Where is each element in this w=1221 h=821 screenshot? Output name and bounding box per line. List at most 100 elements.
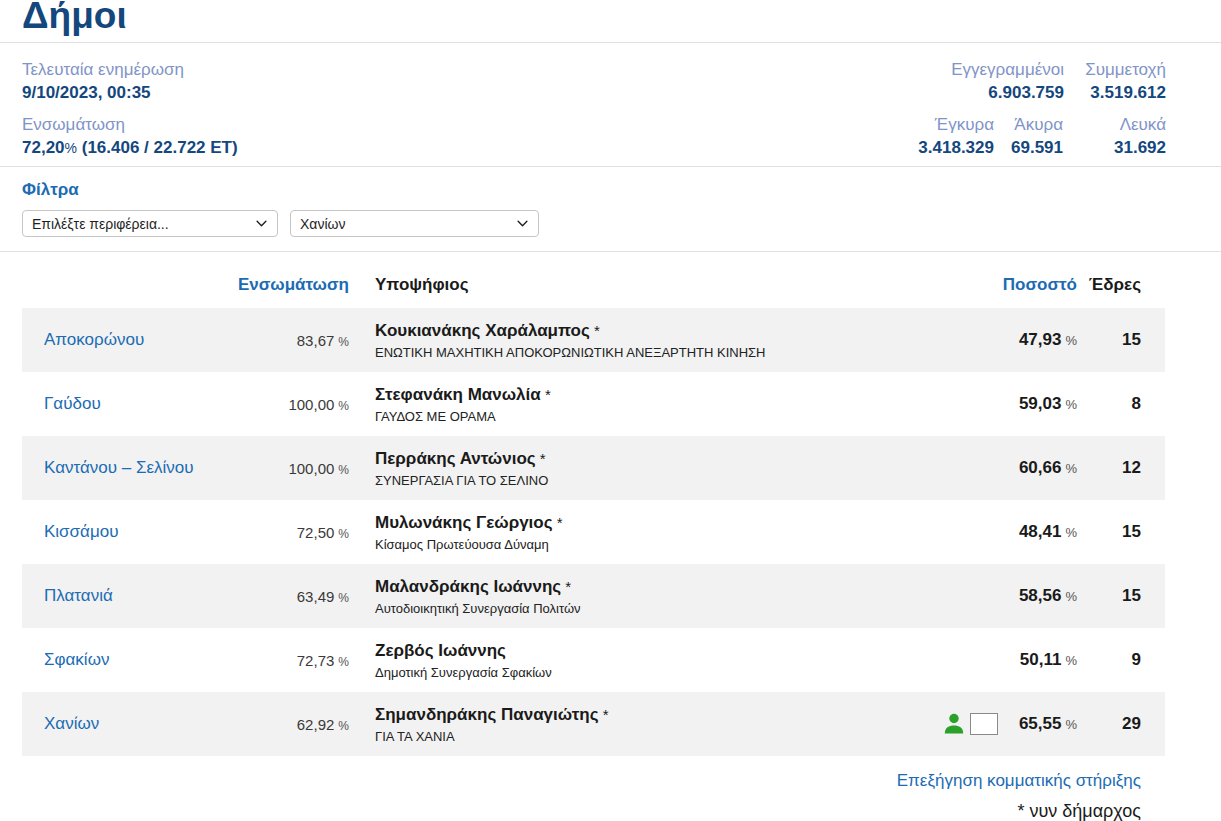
- table-row: Χανίων 62,92% Σημανδηράκης Παναγιώτης * …: [22, 692, 1165, 756]
- percent-value: 50,11%: [998, 650, 1077, 670]
- seats-value: 15: [1077, 586, 1165, 606]
- candidate-cell: Περράκης Αντώνιος * ΣΥΝΕΡΓΑΣΙΑ ΓΙΑ ΤΟ ΣΕ…: [349, 448, 908, 489]
- page-title: Δήμοι: [22, 0, 1221, 36]
- percent-sign: %: [1065, 397, 1077, 412]
- table-row: Πλατανιά 63,49% Μαλανδράκης Ιωάννης * Αυ…: [22, 564, 1165, 628]
- candidate-cell: Στεφανάκη Μανωλία * ΓΑΥΔΟΣ ΜΕ ΟΡΑΜΑ: [349, 384, 908, 425]
- table-row: Κισσάμου 72,50% Μυλωνάκης Γεώργιος * Κίσ…: [22, 500, 1165, 564]
- incumbent-star: *: [599, 706, 609, 723]
- municipality-link[interactable]: Πλατανιά: [22, 586, 232, 606]
- municipality-link[interactable]: Σφακίων: [22, 650, 232, 670]
- percent-sign: %: [338, 591, 349, 605]
- seats-value: 15: [1077, 522, 1165, 542]
- seats-value: 29: [1077, 714, 1165, 734]
- stat-turnout-value: 3.519.612: [1064, 82, 1166, 103]
- candidate-name: Στεφανάκη Μανωλία *: [375, 384, 908, 406]
- legend-link[interactable]: Επεξήγηση κομματικής στήριξης: [897, 771, 1141, 790]
- region-select-value: Επιλέξτε περιφέρεια...: [32, 216, 169, 232]
- percent-sign: %: [1065, 653, 1077, 668]
- stat-integration-value: 72,20% (16.406 / 22.722 ΕΤ): [22, 137, 238, 159]
- party-name: Αυτοδιοικητική Συνεργασία Πολιτών: [375, 601, 908, 617]
- chevron-down-icon: [256, 220, 267, 227]
- candidate-cell: Κουκιανάκης Χαράλαμπος * ΕΝΩΤΙΚΗ ΜΑΧΗΤΙΚ…: [349, 320, 908, 361]
- footer: Επεξήγηση κομματικής στήριξης * νυν δήμα…: [0, 756, 1221, 821]
- stat-turnout: Συμμετοχή 3.519.612: [1064, 59, 1166, 103]
- party-support-icons: [908, 712, 998, 736]
- percent-sign: %: [1065, 717, 1077, 732]
- stat-integration-label: Ενσωμάτωση: [22, 114, 238, 135]
- stat-invalid-label: Άκυρα: [994, 114, 1063, 135]
- percent-value: 65,55%: [998, 714, 1077, 734]
- percent-sign: %: [1065, 461, 1077, 476]
- seats-value: 15: [1077, 330, 1165, 350]
- stat-invalid: Άκυρα 69.591: [994, 114, 1063, 158]
- party-name: ΓΙΑ ΤΑ ΧΑΝΙΑ: [375, 729, 908, 745]
- integration-value: 83,67%: [232, 332, 349, 349]
- candidate-cell: Ζερβός Ιωάννης Δημοτική Συνεργασία Σφακί…: [349, 640, 908, 681]
- stat-valid-label: Έγκυρα: [918, 114, 994, 135]
- percent-sign: %: [338, 527, 349, 541]
- stat-last-update: Τελευταία ενημέρωση 9/10/2023, 00:35: [22, 59, 238, 103]
- percent-value: 58,56%: [998, 586, 1077, 606]
- percent-sign: %: [338, 719, 349, 733]
- party-name: ΕΝΩΤΙΚΗ ΜΑΧΗΤΙΚΗ ΑΠΟΚΟΡΩΝΙΩΤΙΚΗ ΑΝΕΞΑΡΤΗ…: [375, 345, 908, 361]
- candidate-cell: Μυλωνάκης Γεώργιος * Κίσαμος Πρωτεύουσα …: [349, 512, 908, 553]
- integration-value: 62,92%: [232, 716, 349, 733]
- municipality-link[interactable]: Κισσάμου: [22, 522, 232, 542]
- candidate-name: Κουκιανάκης Χαράλαμπος *: [375, 320, 908, 342]
- party-name: ΣΥΝΕΡΓΑΣΙΑ ΓΙΑ ΤΟ ΣΕΛΙΝΟ: [375, 473, 908, 489]
- party-support-person-icon: [942, 712, 966, 736]
- table-row: Αποκορώνου 83,67% Κουκιανάκης Χαράλαμπος…: [22, 308, 1165, 372]
- stat-last-update-value: 9/10/2023, 00:35: [22, 82, 238, 103]
- percent-sign: %: [65, 140, 77, 156]
- stat-blank-label: Λευκά: [1063, 114, 1166, 135]
- results-table-body: Αποκορώνου 83,67% Κουκιανάκης Χαράλαμπος…: [22, 308, 1165, 756]
- percent-value: 60,66%: [998, 458, 1077, 478]
- seats-value: 12: [1077, 458, 1165, 478]
- page-header: Δήμοι: [0, 0, 1221, 43]
- integration-value: 72,73%: [232, 652, 349, 669]
- party-color-swatch: [970, 713, 998, 735]
- candidate-cell: Μαλανδράκης Ιωάννης * Αυτοδιοικητική Συν…: [349, 576, 908, 617]
- stat-last-update-label: Τελευταία ενημέρωση: [22, 59, 238, 80]
- stat-blank: Λευκά 31.692: [1063, 114, 1166, 158]
- stat-invalid-value: 69.591: [994, 137, 1063, 158]
- municipal-unit-select[interactable]: Χανίων: [290, 210, 539, 237]
- integration-value: 100,00%: [232, 396, 349, 413]
- candidate-name: Περράκης Αντώνιος *: [375, 448, 908, 470]
- percent-value: 48,41%: [998, 522, 1077, 542]
- percent-sign: %: [338, 463, 349, 477]
- stat-turnout-label: Συμμετοχή: [1064, 59, 1166, 80]
- integration-value: 63,49%: [232, 588, 349, 605]
- incumbent-star: *: [590, 322, 600, 339]
- percent-sign: %: [338, 335, 349, 349]
- candidate-name: Μαλανδράκης Ιωάννης *: [375, 576, 908, 598]
- municipality-link[interactable]: Αποκορώνου: [22, 330, 232, 350]
- filters-section: Φίλτρα Επιλέξτε περιφέρεια... Χανίων: [0, 167, 1221, 252]
- stat-valid: Έγκυρα 3.418.329: [918, 114, 994, 158]
- incumbent-footnote: * νυν δήμαρχος: [0, 800, 1141, 821]
- seats-value: 9: [1077, 650, 1165, 670]
- municipality-link[interactable]: Καντάνου – Σελίνου: [22, 458, 232, 478]
- incumbent-star: *: [541, 386, 551, 403]
- incumbent-star: *: [536, 450, 546, 467]
- integration-value: 100,00%: [232, 460, 349, 477]
- party-name: Κίσαμος Πρωτεύουσα Δύναμη: [375, 537, 908, 553]
- table-row: Σφακίων 72,73% Ζερβός Ιωάννης Δημοτική Σ…: [22, 628, 1165, 692]
- results-table: Ενσωμάτωση Υποψήφιος Ποσοστό Έδρες Αποκο…: [22, 252, 1165, 756]
- percent-value: 59,03%: [998, 394, 1077, 414]
- region-select[interactable]: Επιλέξτε περιφέρεια...: [22, 210, 278, 237]
- stat-integration: Ενσωμάτωση 72,20% (16.406 / 22.722 ΕΤ): [22, 114, 238, 159]
- candidate-name: Σημανδηράκης Παναγιώτης *: [375, 704, 908, 726]
- header-percent[interactable]: Ποσοστό: [998, 275, 1077, 295]
- header-candidate: Υποψήφιος: [349, 275, 908, 295]
- party-name: Δημοτική Συνεργασία Σφακίων: [375, 665, 908, 681]
- percent-sign: %: [338, 655, 349, 669]
- candidate-cell: Σημανδηράκης Παναγιώτης * ΓΙΑ ΤΑ ΧΑΝΙΑ: [349, 704, 908, 745]
- municipality-link[interactable]: Χανίων: [22, 714, 232, 734]
- incumbent-star: *: [561, 578, 571, 595]
- results-table-header: Ενσωμάτωση Υποψήφιος Ποσοστό Έδρες: [22, 252, 1165, 308]
- municipality-link[interactable]: Γαύδου: [22, 394, 232, 414]
- header-integration[interactable]: Ενσωμάτωση: [232, 275, 349, 295]
- candidate-name: Ζερβός Ιωάννης: [375, 640, 908, 662]
